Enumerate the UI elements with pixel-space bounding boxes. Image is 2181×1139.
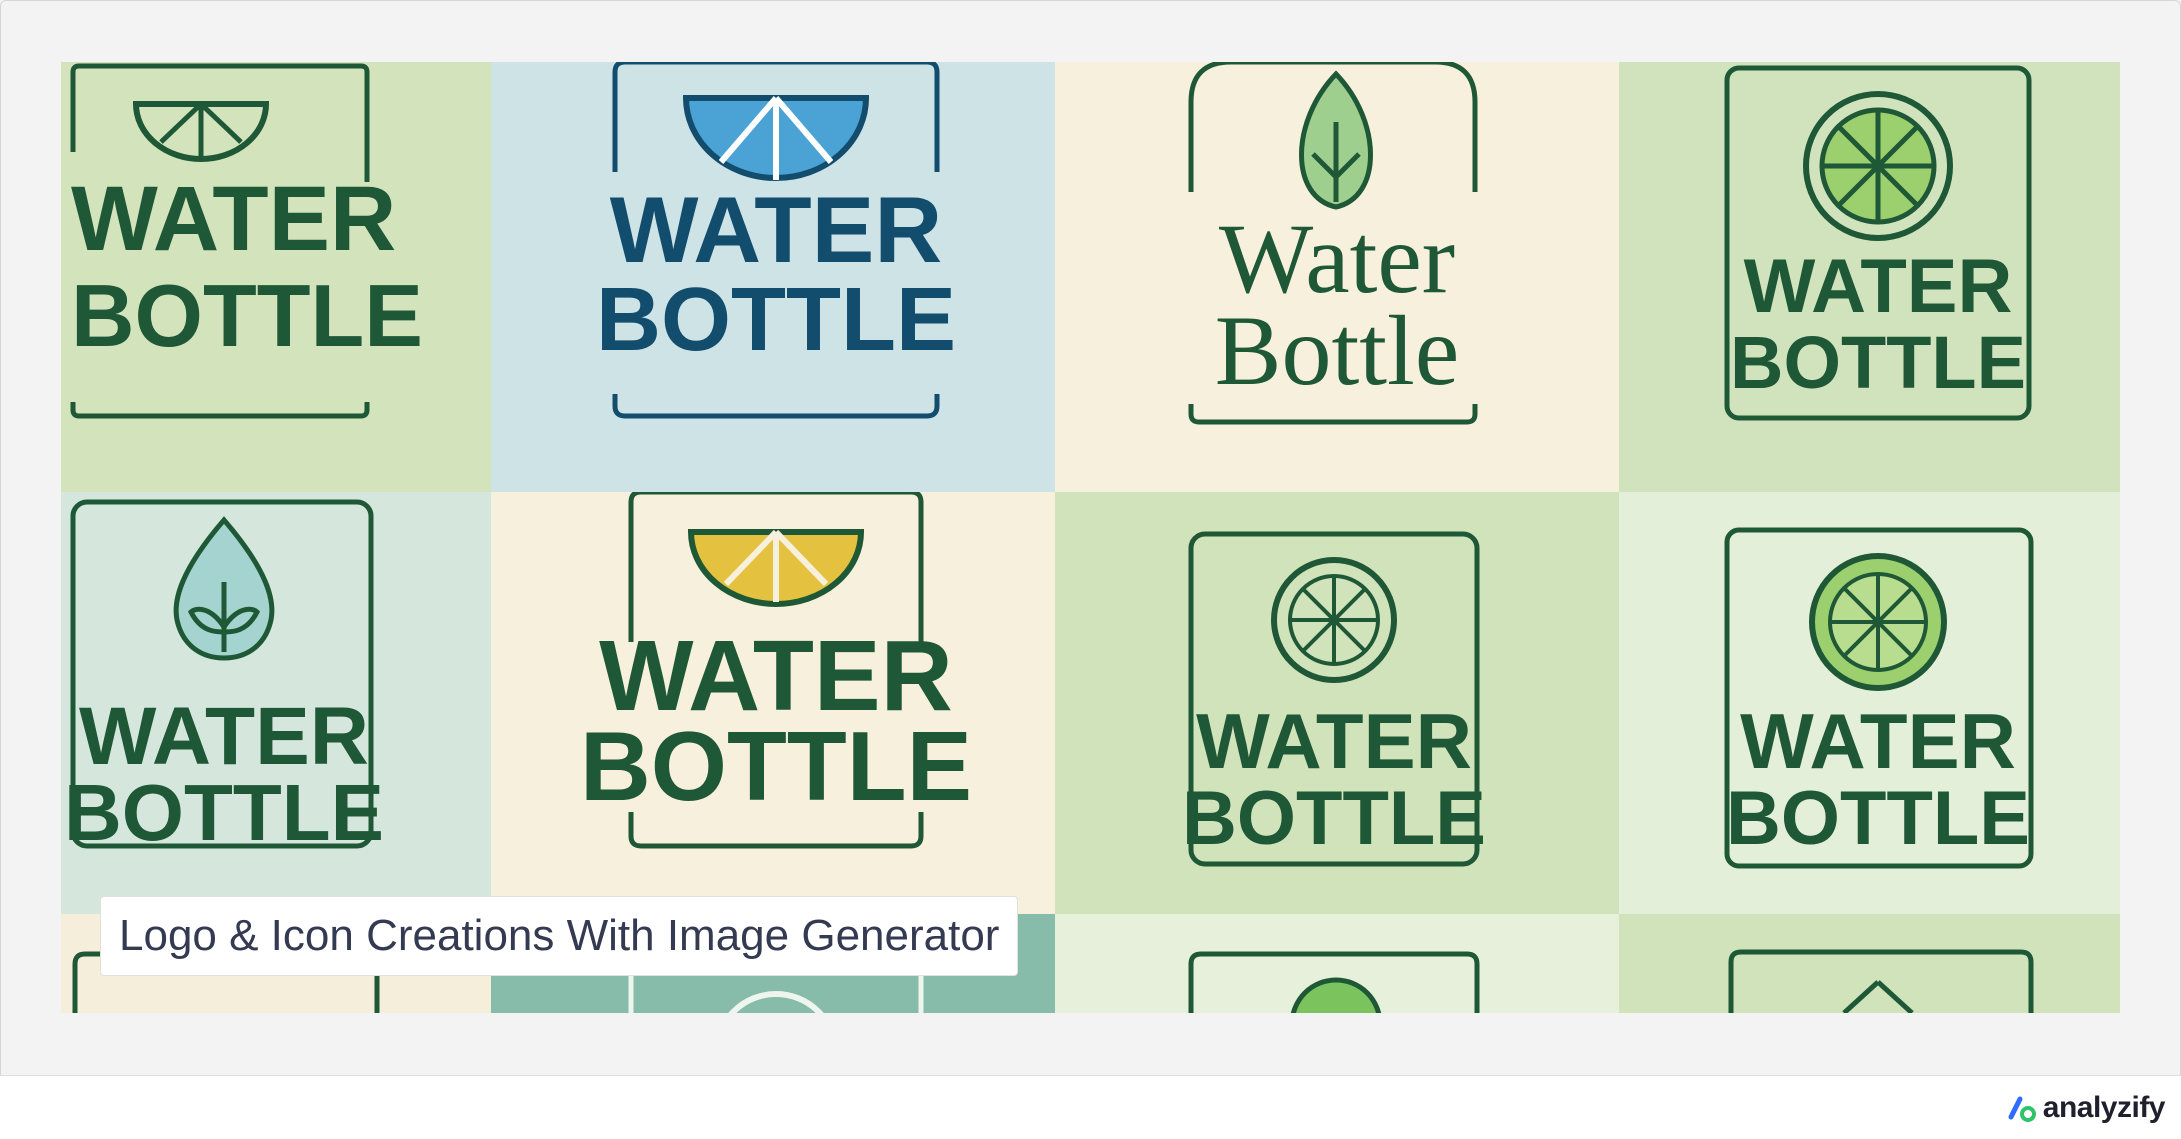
- logo-line-1: WATER: [1744, 244, 2013, 329]
- brand-name: analyzify: [2042, 1091, 2166, 1124]
- logo-tile-12: [1619, 914, 2120, 1013]
- logo-tile-2: WATER BOTTLE: [491, 62, 1055, 492]
- logo-line-2: BOTTLE: [1182, 776, 1486, 861]
- blue-citrus-slice-icon: [682, 95, 870, 181]
- logo-tile-11: [1055, 914, 1619, 1013]
- logo-line-2: BOTTLE: [71, 266, 423, 365]
- logo-line-1: WATER: [610, 177, 942, 282]
- logo-tile-7: WATER BOTTLE: [1055, 492, 1619, 914]
- logo-line-2: BOTTLE: [1730, 321, 2026, 404]
- footer-bar: [0, 1075, 2181, 1139]
- brand-logo[interactable]: analyzify: [2007, 1088, 2166, 1128]
- caption-text: Logo & Icon Creations With Image Generat…: [119, 911, 1000, 960]
- lime-slice-icon: [132, 101, 270, 162]
- logo-line-2: BOTTLE: [596, 270, 956, 370]
- logo-line-2: BOTTLE: [580, 711, 972, 821]
- analyzify-logo-icon: [2008, 1096, 2036, 1122]
- caption-label: Logo & Icon Creations With Image Generat…: [100, 896, 1019, 976]
- logo-line-1: WATER: [1740, 697, 2016, 785]
- logo-line-2: BOTTLE: [1726, 776, 2030, 861]
- logo-tile-3: Water Bottle: [1055, 62, 1619, 492]
- citrus-wheel-icon: [1271, 557, 1397, 683]
- citrus-wheel-icon: [1803, 91, 1953, 241]
- logo-grid-image: WATER BOTTLE WATER BOTTLE Water Bottle W…: [61, 62, 2120, 1013]
- logo-tile-6: WATER BOTTLE: [491, 492, 1055, 914]
- logo-line-1: WATER: [71, 168, 396, 270]
- logo-line-1: WATER: [1196, 697, 1472, 785]
- logo-tile-5: WATER BOTTLE: [61, 492, 491, 914]
- logo-tile-4: WATER BOTTLE: [1619, 62, 2120, 492]
- logo-line-2: BOTTLE: [64, 768, 384, 857]
- drop-sprout-icon: [173, 516, 275, 661]
- logo-tile-1: WATER BOTTLE: [61, 62, 491, 492]
- lime-wheel-icon: [1809, 553, 1947, 691]
- yellow-lemon-slice-icon: [687, 529, 865, 607]
- leaf-icon: [1299, 70, 1373, 210]
- logo-tile-8: WATER BOTTLE: [1619, 492, 2120, 914]
- logo-line-2: Bottle: [1215, 295, 1459, 406]
